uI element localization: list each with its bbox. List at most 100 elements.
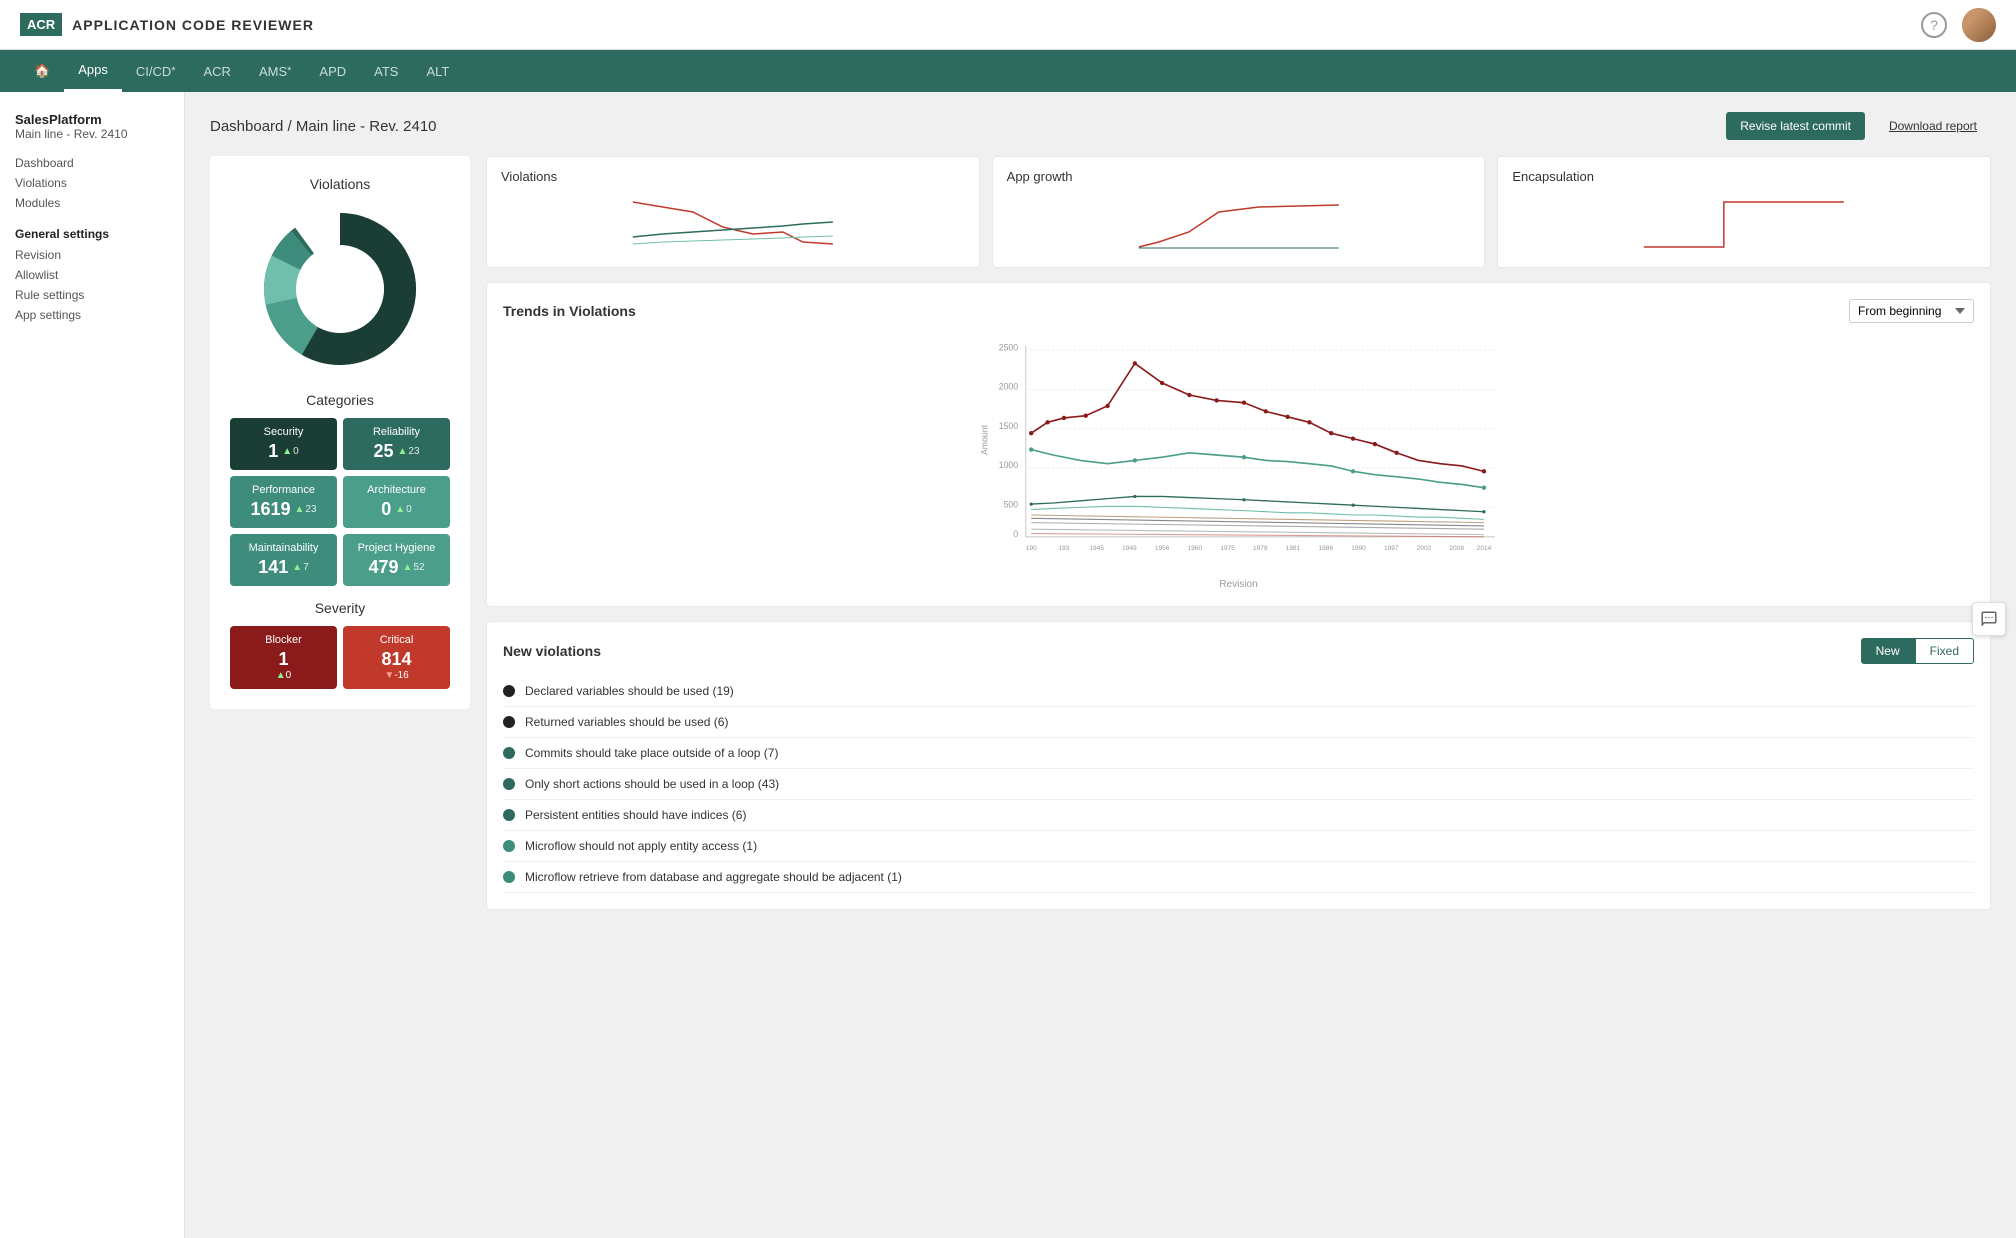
encapsulation-mini-svg xyxy=(1512,192,1976,252)
violation-item: Only short actions should be used in a l… xyxy=(503,769,1974,800)
download-report-button[interactable]: Download report xyxy=(1875,112,1991,140)
dashboard-title: Dashboard / Main line - Rev. 2410 xyxy=(210,118,437,135)
violation-text: Only short actions should be used in a l… xyxy=(525,777,779,791)
svg-text:1945: 1945 xyxy=(1089,545,1104,552)
severity-grid: Blocker 1 ▲0 Critical 814 ▼-16 xyxy=(230,626,450,689)
top-header: ACR APPLICATION CODE REVIEWER ? xyxy=(0,0,2016,50)
float-chat-icon[interactable] xyxy=(1972,602,2006,636)
cat-value-row-architecture: 0 ▲0 xyxy=(353,499,440,520)
sev-label-blocker: Blocker xyxy=(240,634,327,646)
nav-home[interactable]: 🏠 xyxy=(20,50,64,92)
nav-apd[interactable]: APD xyxy=(305,50,360,92)
cat-label-project-hygiene: Project Hygiene xyxy=(353,542,440,554)
trends-header: Trends in Violations From beginning Last… xyxy=(503,299,1974,323)
violation-dot xyxy=(503,840,515,852)
donut-container xyxy=(230,204,450,374)
category-performance: Performance 1619 ▲23 xyxy=(230,476,337,528)
cat-change-architecture: ▲0 xyxy=(395,504,411,515)
category-architecture: Architecture 0 ▲0 xyxy=(343,476,450,528)
violation-item: Microflow retrieve from database and agg… xyxy=(503,862,1974,893)
tab-fixed[interactable]: Fixed xyxy=(1915,638,1974,664)
trends-select[interactable]: From beginning Last 10 revisions Last 30… xyxy=(1849,299,1974,323)
sidebar-link-violations[interactable]: Violations xyxy=(15,173,169,193)
cat-label-security: Security xyxy=(240,426,327,438)
avatar-image xyxy=(1962,8,1996,42)
cat-change-reliability: ▲23 xyxy=(398,446,420,457)
svg-text:1990: 1990 xyxy=(1351,545,1366,552)
sidebar-link-dashboard[interactable]: Dashboard xyxy=(15,153,169,173)
left-panel: Violations xyxy=(210,156,470,709)
violation-text: Microflow should not apply entity access… xyxy=(525,839,757,853)
category-maintainability: Maintainability 141 ▲7 xyxy=(230,534,337,586)
sidebar-link-revision[interactable]: Revision xyxy=(15,245,169,265)
cat-value-project-hygiene: 479 xyxy=(368,557,398,578)
violation-text: Microflow retrieve from database and agg… xyxy=(525,870,902,884)
category-security: Security 1 ▲0 xyxy=(230,418,337,470)
content-area: Dashboard / Main line - Rev. 2410 Revise… xyxy=(185,92,2016,1238)
tab-new[interactable]: New xyxy=(1861,638,1915,664)
violation-dot xyxy=(503,871,515,883)
svg-text:193: 193 xyxy=(1059,545,1070,552)
cat-value-architecture: 0 xyxy=(381,499,391,520)
violation-item: Persistent entities should have indices … xyxy=(503,800,1974,831)
sidebar-link-app-settings[interactable]: App settings xyxy=(15,305,169,325)
svg-text:2002: 2002 xyxy=(1417,545,1432,552)
tab-group: New Fixed xyxy=(1861,638,1974,664)
cat-change-security: ▲0 xyxy=(282,446,298,457)
svg-text:190: 190 xyxy=(1026,545,1037,552)
sev-change-blocker: ▲0 xyxy=(240,670,327,681)
nav-alt[interactable]: ALT xyxy=(412,50,463,92)
chart-area: 2500 2000 1500 1000 500 0 xyxy=(503,335,1974,575)
cat-value-row-maintainability: 141 ▲7 xyxy=(240,557,327,578)
svg-text:1997: 1997 xyxy=(1384,545,1399,552)
mini-chart-encapsulation: Encapsulation xyxy=(1497,156,1991,268)
main-layout: SalesPlatform Main line - Rev. 2410 Dash… xyxy=(0,92,2016,1238)
right-panel: Violations App growth xyxy=(486,156,1991,910)
svg-text:1975: 1975 xyxy=(1220,545,1235,552)
chat-svg xyxy=(1980,610,1998,628)
dashboard-header: Dashboard / Main line - Rev. 2410 Revise… xyxy=(210,112,1991,140)
svg-text:2000: 2000 xyxy=(999,382,1019,392)
svg-text:500: 500 xyxy=(1004,499,1019,509)
sidebar-link-allowlist[interactable]: Allowlist xyxy=(15,265,169,285)
nav-ams[interactable]: AMS* xyxy=(245,50,305,92)
mini-charts-row: Violations App growth xyxy=(486,156,1991,268)
sidebar-link-modules[interactable]: Modules xyxy=(15,193,169,213)
mini-chart-app-growth: App growth xyxy=(992,156,1486,268)
svg-text:2008: 2008 xyxy=(1449,545,1464,552)
nav-cicd[interactable]: CI/CD* xyxy=(122,50,190,92)
sidebar-link-rule-settings[interactable]: Rule settings xyxy=(15,285,169,305)
violation-dot xyxy=(503,809,515,821)
violation-item: Declared variables should be used (19) xyxy=(503,676,1974,707)
category-reliability: Reliability 25 ▲23 xyxy=(343,418,450,470)
mini-chart-violations-title: Violations xyxy=(501,169,965,184)
nav-ats[interactable]: ATS xyxy=(360,50,412,92)
sidebar-general-settings-title: General settings xyxy=(15,227,169,241)
svg-text:1978: 1978 xyxy=(1253,545,1268,552)
avatar[interactable] xyxy=(1962,8,1996,42)
violation-text: Persistent entities should have indices … xyxy=(525,808,746,822)
app-title: APPLICATION CODE REVIEWER xyxy=(72,17,314,33)
mini-chart-app-growth-title: App growth xyxy=(1007,169,1471,184)
violation-dot xyxy=(503,685,515,697)
nav-apps[interactable]: Apps xyxy=(64,50,122,92)
revise-latest-commit-button[interactable]: Revise latest commit xyxy=(1726,112,1865,140)
violation-text: Commits should take place outside of a l… xyxy=(525,746,778,760)
categories-title: Categories xyxy=(230,392,450,408)
sidebar-app-name: SalesPlatform xyxy=(15,112,169,127)
sev-value-critical: 814 xyxy=(353,649,440,670)
svg-text:1956: 1956 xyxy=(1155,545,1170,552)
nav-acr[interactable]: ACR xyxy=(190,50,245,92)
content-columns: Violations xyxy=(210,156,1991,910)
svg-text:1981: 1981 xyxy=(1286,545,1301,552)
cat-value-row-project-hygiene: 479 ▲52 xyxy=(353,557,440,578)
cat-label-reliability: Reliability xyxy=(353,426,440,438)
sev-value-blocker: 1 xyxy=(240,649,327,670)
help-icon[interactable]: ? xyxy=(1921,12,1947,38)
svg-text:Amount: Amount xyxy=(980,424,990,455)
cat-label-architecture: Architecture xyxy=(353,484,440,496)
sev-change-critical: ▼-16 xyxy=(353,670,440,681)
violations-panel-title: New violations xyxy=(503,643,601,659)
logo-box: ACR xyxy=(20,13,62,36)
violation-dot xyxy=(503,716,515,728)
